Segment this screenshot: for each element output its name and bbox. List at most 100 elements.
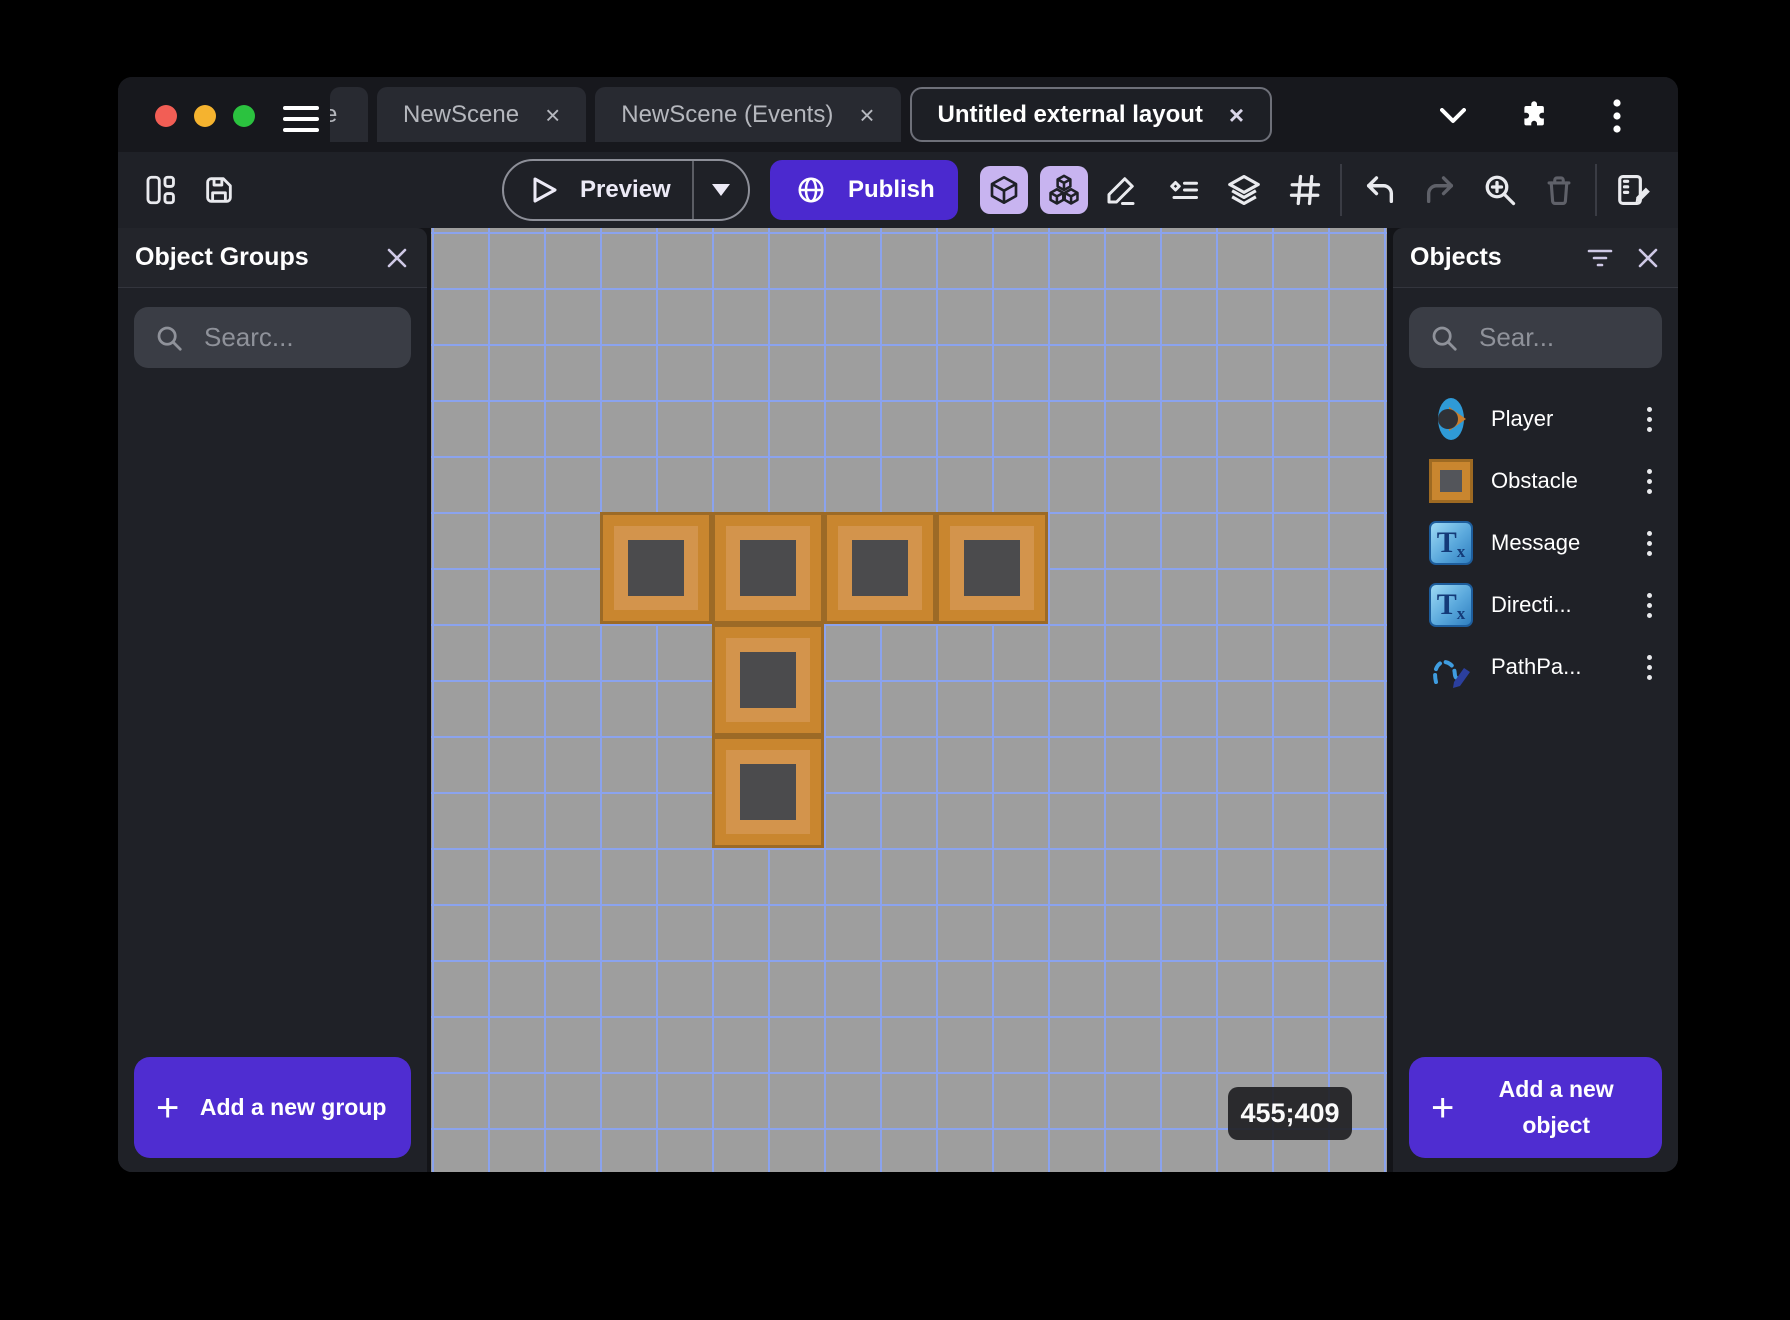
object-menu-icon[interactable]: [1634, 399, 1664, 439]
close-icon[interactable]: [1630, 240, 1666, 276]
panel-title: Object Groups: [135, 243, 309, 271]
tab-untitled-external-layout[interactable]: Untitled external layout ×: [909, 87, 1273, 142]
header-right-actions: [1436, 99, 1634, 133]
obstacle-tile[interactable]: [824, 512, 936, 624]
edit-scene-icon[interactable]: [1615, 152, 1653, 228]
object-list: Player Obstacle Tx Message Tx Directi...: [1393, 388, 1678, 698]
cube-icon[interactable]: [980, 166, 1028, 214]
undo-icon[interactable]: [1363, 152, 1397, 228]
obstacle-tile[interactable]: [600, 512, 712, 624]
tab-newscene-events[interactable]: NewScene (Events) ×: [595, 87, 901, 142]
add-group-button[interactable]: + Add a new group: [134, 1057, 411, 1158]
zoom-window-button[interactable]: [233, 105, 255, 127]
object-search-input[interactable]: [1477, 321, 1654, 354]
preview-dropdown-icon[interactable]: [694, 184, 748, 196]
tab-newscene[interactable]: NewScene ×: [377, 87, 587, 142]
path-paint-icon: [1427, 643, 1475, 691]
add-object-button[interactable]: + Add a new object: [1409, 1057, 1662, 1158]
chevron-down-icon[interactable]: [1436, 99, 1470, 133]
tab-label: e: [330, 100, 338, 128]
panel-title: Objects: [1410, 243, 1502, 271]
object-menu-icon[interactable]: [1634, 647, 1664, 687]
add-object-label: Add a new object: [1498, 1075, 1614, 1138]
group-search-box: [134, 307, 411, 368]
close-icon[interactable]: ×: [1229, 102, 1244, 128]
scene-canvas[interactable]: 455;409: [431, 228, 1387, 1172]
toolbar-divider: [1340, 164, 1342, 216]
objects-header: Objects: [1393, 228, 1678, 288]
cubes-icon[interactable]: [1040, 166, 1088, 214]
object-label: Obstacle: [1491, 468, 1578, 493]
toolbar-divider: [1595, 164, 1597, 216]
object-menu-icon[interactable]: [1634, 461, 1664, 501]
player-icon: [1427, 395, 1475, 443]
zoom-in-icon[interactable]: [1482, 152, 1518, 228]
object-row-pathpaint[interactable]: PathPa...: [1393, 636, 1678, 698]
tab-label: NewScene (Events): [621, 100, 834, 128]
object-row-player[interactable]: Player: [1393, 388, 1678, 450]
tab-label: Untitled external layout: [937, 100, 1203, 128]
group-search-input[interactable]: [202, 321, 403, 354]
layers-icon[interactable]: [1225, 152, 1263, 228]
close-icon[interactable]: [379, 240, 415, 276]
cursor-coordinates-badge: 455;409: [1228, 1087, 1352, 1140]
plus-icon: +: [156, 1085, 180, 1130]
traffic-lights: [155, 105, 255, 127]
object-menu-icon[interactable]: [1634, 523, 1664, 563]
close-window-button[interactable]: [155, 105, 177, 127]
plus-icon: +: [1431, 1085, 1455, 1130]
object-label: Message: [1491, 530, 1581, 555]
obstacle-tile[interactable]: [712, 736, 824, 848]
globe-icon: [798, 177, 824, 203]
main-menu-icon[interactable]: [283, 106, 319, 132]
object-row-message[interactable]: Tx Message: [1393, 512, 1678, 574]
trash-icon[interactable]: [1542, 152, 1576, 228]
tab-label: NewScene: [403, 100, 520, 128]
preview-button[interactable]: Preview: [502, 159, 750, 221]
gdevelop-window: e NewScene × NewScene (Events) × Untitle…: [118, 77, 1678, 1172]
close-icon[interactable]: ×: [859, 102, 874, 128]
tab-clipped[interactable]: e: [330, 87, 368, 142]
publish-label: Publish: [848, 176, 935, 203]
filter-icon[interactable]: [1582, 240, 1618, 276]
grid-icon[interactable]: [1287, 152, 1323, 228]
title-tab-bar: e NewScene × NewScene (Events) × Untitle…: [118, 77, 1678, 152]
toolbar: Preview Publish: [118, 152, 1678, 228]
object-label: Directi...: [1491, 592, 1572, 617]
obstacle-tile[interactable]: [712, 512, 824, 624]
object-row-obstacle[interactable]: Obstacle: [1393, 450, 1678, 512]
instances-list-icon[interactable]: [1165, 152, 1201, 228]
play-icon: [533, 177, 557, 203]
pencil-icon[interactable]: [1103, 152, 1139, 228]
text-object-icon: Tx: [1427, 519, 1475, 567]
obstacle-tile[interactable]: [712, 624, 824, 736]
close-icon[interactable]: ×: [545, 102, 560, 128]
search-icon: [1432, 326, 1457, 351]
object-label: PathPa...: [1491, 654, 1582, 679]
project-panels-icon[interactable]: [143, 152, 177, 228]
screenshot-stage: e NewScene × NewScene (Events) × Untitle…: [0, 0, 1790, 1320]
object-menu-icon[interactable]: [1634, 585, 1664, 625]
preview-main[interactable]: Preview: [504, 176, 692, 204]
minimize-window-button[interactable]: [194, 105, 216, 127]
preview-label: Preview: [580, 176, 671, 203]
more-options-icon[interactable]: [1600, 99, 1634, 133]
add-group-label: Add a new group: [199, 1093, 387, 1120]
obstacle-tile[interactable]: [936, 512, 1048, 624]
publish-button[interactable]: Publish: [770, 160, 958, 220]
object-row-directions[interactable]: Tx Directi...: [1393, 574, 1678, 636]
editor-content: 455;409 Object Groups + Add a new group: [118, 228, 1678, 1172]
save-icon[interactable]: [202, 152, 236, 228]
objects-panel: Objects Player: [1393, 228, 1678, 1172]
object-groups-panel: Object Groups + Add a new group: [118, 228, 427, 1172]
redo-icon[interactable]: [1423, 152, 1457, 228]
text-object-icon: Tx: [1427, 581, 1475, 629]
obstacle-icon: [1427, 457, 1475, 505]
tab-strip: e NewScene × NewScene (Events) × Untitle…: [330, 87, 1273, 142]
extensions-puzzle-icon[interactable]: [1518, 99, 1552, 133]
object-groups-header: Object Groups: [118, 228, 427, 288]
search-icon: [157, 326, 182, 351]
preview-divider: [692, 159, 694, 221]
object-search-box: [1409, 307, 1662, 368]
object-label: Player: [1491, 406, 1554, 431]
